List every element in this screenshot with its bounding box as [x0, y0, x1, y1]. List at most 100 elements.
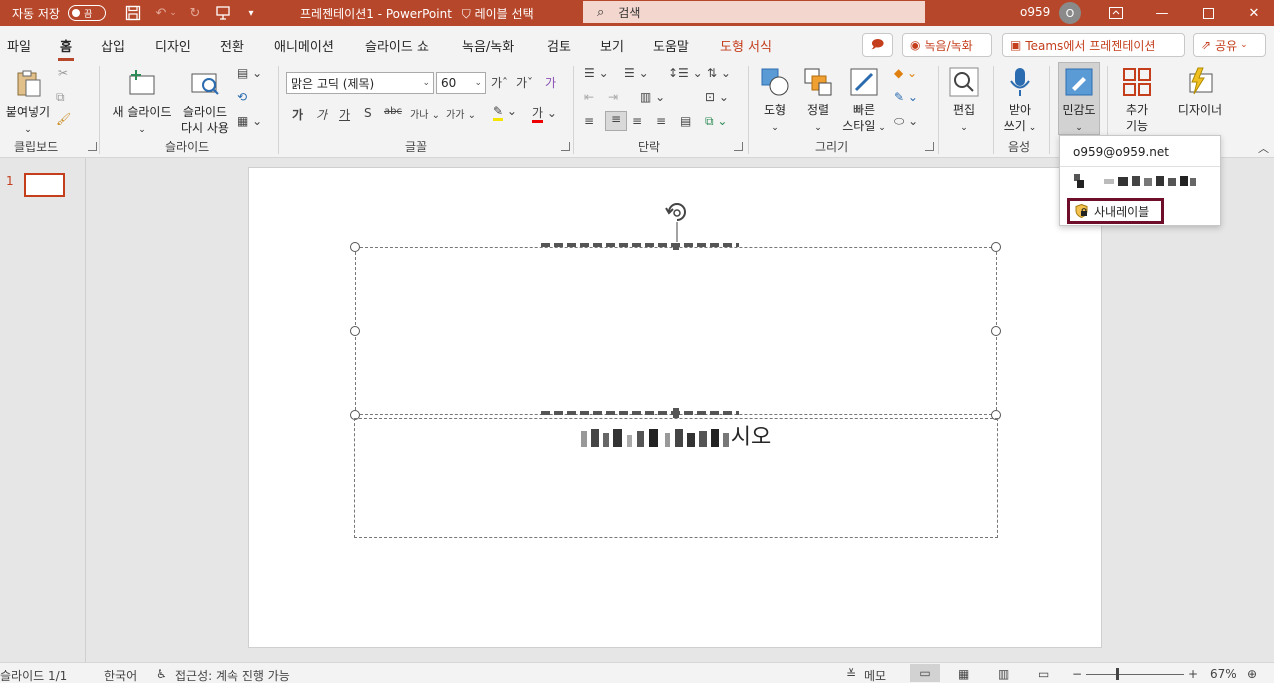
dictate-button[interactable]: 받아 쓰기 ⌄	[1000, 66, 1040, 136]
line-spacing-icon[interactable]: ↕☰ ⌄	[668, 66, 703, 80]
tab-shape-format[interactable]: 도형 서식	[720, 36, 772, 55]
undo-dropdown-icon[interactable]: ⌄	[168, 3, 178, 23]
tab-help[interactable]: 도움말	[653, 36, 689, 55]
copy-icon[interactable]: ⧉	[56, 90, 65, 105]
maximize-icon[interactable]	[1198, 3, 1218, 23]
customize-qat-icon[interactable]: ▾	[240, 3, 262, 23]
drawing-launcher-icon[interactable]	[925, 142, 934, 151]
editing-button[interactable]: 편집 ⌄	[944, 66, 984, 136]
zoom-out-icon[interactable]: −	[1072, 667, 1082, 681]
record-button[interactable]: ◉ 녹음/녹화	[902, 33, 992, 57]
comments-button[interactable]: 🗩	[862, 33, 893, 57]
underline-icon[interactable]: 가	[339, 106, 350, 123]
smartart-icon[interactable]: ⧉ ⌄	[705, 114, 727, 129]
resize-handle[interactable]	[991, 326, 1001, 336]
shape-fill-icon[interactable]: ◆ ⌄	[894, 66, 917, 80]
change-case-icon[interactable]: 가가 ⌄	[446, 106, 476, 121]
slideshow-icon[interactable]: ▭	[1038, 667, 1049, 681]
paste-button[interactable]: 붙여넣기 ⌄	[3, 68, 53, 138]
minimize-icon[interactable]: —	[1152, 3, 1172, 23]
zoom-slider[interactable]	[1086, 674, 1184, 675]
designer-button[interactable]: 디자이너	[1172, 66, 1228, 118]
zoom-in-icon[interactable]: +	[1188, 667, 1198, 681]
cut-icon[interactable]: ✂	[58, 66, 68, 80]
tab-design[interactable]: 디자인	[155, 36, 191, 55]
sensitivity-button[interactable]: 민감도 ⌄	[1058, 62, 1100, 135]
highlight-icon[interactable]: ✎ ⌄	[493, 104, 517, 121]
language[interactable]: 한국어	[104, 667, 137, 683]
subtitle-placeholder[interactable]: 시오	[354, 418, 998, 538]
search-input[interactable]: ⌕ 검색	[583, 1, 925, 23]
paragraph-launcher-icon[interactable]	[734, 142, 743, 151]
tab-insert[interactable]: 삽입	[101, 36, 125, 55]
resize-handle[interactable]	[350, 326, 360, 336]
font-size-select[interactable]: 60 ⌄	[436, 72, 486, 94]
align-center-icon[interactable]: ≡	[605, 111, 627, 131]
shrink-font-icon[interactable]: 가ˇ	[516, 74, 533, 91]
font-name-select[interactable]: 맑은 고딕 (제목) ⌄	[286, 72, 434, 94]
layout-icon[interactable]: ▤ ⌄	[237, 66, 262, 80]
autosave-toggle[interactable]: 끔	[67, 5, 106, 21]
increase-indent-icon[interactable]: ⇥	[608, 90, 618, 104]
title-placeholder[interactable]	[355, 247, 997, 415]
shape-effects-icon[interactable]: ⬭ ⌄	[894, 114, 918, 129]
strikethrough-icon[interactable]: abc	[384, 106, 402, 117]
clear-formatting-icon[interactable]: 가	[545, 74, 556, 91]
zoom-slider-thumb[interactable]	[1116, 668, 1119, 680]
italic-icon[interactable]: 가	[316, 106, 327, 123]
redo-icon[interactable]: ↻	[184, 3, 206, 23]
resize-handle[interactable]	[673, 244, 679, 250]
align-text-icon[interactable]: ⊡ ⌄	[705, 90, 729, 104]
ribbon-display-icon[interactable]	[1106, 3, 1126, 23]
slide-sorter-icon[interactable]: ▦	[958, 667, 969, 681]
avatar[interactable]: O	[1059, 2, 1081, 24]
save-icon[interactable]	[122, 3, 144, 23]
shape-outline-icon[interactable]: ✎ ⌄	[894, 90, 918, 104]
fit-to-window-icon[interactable]: ⊕	[1247, 667, 1257, 681]
columns-icon[interactable]: ▥ ⌄	[640, 90, 665, 104]
slide-canvas[interactable]: 시오	[248, 167, 1102, 648]
collapse-ribbon-icon[interactable]: ︿	[1258, 140, 1269, 156]
bold-icon[interactable]: 가	[292, 106, 303, 123]
zoom-level[interactable]: 67%	[1210, 667, 1237, 681]
text-direction-icon[interactable]: ⇅ ⌄	[707, 66, 731, 80]
new-slide-button[interactable]: 새 슬라이드 ⌄	[108, 68, 176, 138]
tab-slideshow[interactable]: 슬라이드 쇼	[365, 36, 429, 55]
tab-view[interactable]: 보기	[600, 36, 624, 55]
align-right-icon[interactable]: ≡	[632, 114, 642, 128]
arrange-button[interactable]: 정렬 ⌄	[798, 66, 838, 136]
resize-handle[interactable]	[991, 242, 1001, 252]
share-button[interactable]: ⇗ 공유 ⌄	[1193, 33, 1266, 57]
section-icon[interactable]: ▦ ⌄	[237, 114, 262, 128]
present-icon[interactable]	[212, 3, 234, 23]
slide-thumbnail[interactable]	[24, 173, 65, 197]
tab-home[interactable]: 홈	[58, 36, 74, 61]
bullets-icon[interactable]: ☰ ⌄	[584, 66, 609, 80]
reading-view-icon[interactable]: ▥	[998, 667, 1009, 681]
close-icon[interactable]: ✕	[1244, 3, 1264, 23]
notes-button[interactable]: 메모	[864, 667, 886, 683]
reuse-slides-button[interactable]: 슬라이드 다시 사용	[176, 68, 234, 136]
internal-label-item[interactable]: 사내레이블	[1067, 198, 1164, 224]
shadow-icon[interactable]: S	[364, 106, 372, 120]
format-painter-icon[interactable]: 🖌	[56, 112, 71, 126]
label-select[interactable]: 레이블 선택	[475, 7, 534, 21]
distributed-icon[interactable]: ▤	[680, 114, 691, 128]
tab-transitions[interactable]: 전환	[220, 36, 244, 55]
addins-button[interactable]: 추가 기능	[1116, 66, 1158, 134]
resize-handle[interactable]	[673, 408, 679, 418]
rotate-handle-icon[interactable]	[664, 202, 690, 242]
reset-icon[interactable]: ⟲	[237, 90, 247, 104]
user-name[interactable]: o959	[1020, 5, 1050, 19]
shapes-button[interactable]: 도형 ⌄	[755, 66, 795, 136]
decrease-indent-icon[interactable]: ⇤	[584, 90, 594, 104]
tab-record[interactable]: 녹음/녹화	[462, 36, 514, 55]
slide-count[interactable]: 슬라이드 1/1	[0, 667, 67, 683]
clipboard-launcher-icon[interactable]	[88, 142, 97, 151]
present-in-teams-button[interactable]: ▣ Teams에서 프레젠테이션	[1002, 33, 1185, 57]
font-color-icon[interactable]: 가 ⌄	[532, 104, 557, 123]
normal-view-icon[interactable]: ▭	[910, 664, 940, 682]
tab-review[interactable]: 검토	[547, 36, 571, 55]
justify-icon[interactable]: ≡	[656, 114, 666, 128]
obfuscated-account[interactable]	[1074, 174, 1198, 188]
